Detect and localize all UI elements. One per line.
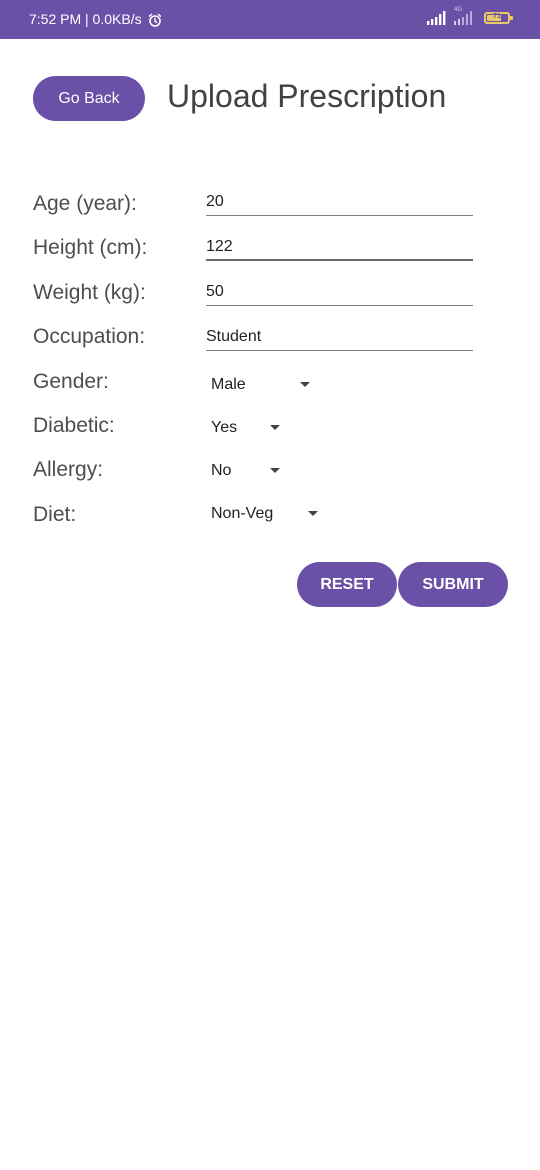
diet-selected: Non-Veg bbox=[211, 505, 274, 522]
age-field[interactable] bbox=[206, 189, 473, 216]
battery-icon: 71 bbox=[484, 12, 513, 24]
weight-label: Weight (kg): bbox=[33, 281, 146, 304]
reset-button[interactable]: RESET bbox=[297, 562, 397, 607]
diet-dropdown[interactable]: Non-Veg bbox=[211, 501, 321, 527]
allergy-label: Allergy: bbox=[33, 458, 104, 481]
page-title: Upload Prescription bbox=[167, 78, 447, 114]
allergy-selected: No bbox=[211, 462, 232, 479]
diet-label: Diet: bbox=[33, 503, 77, 526]
status-time-speed: 7:52 PM | 0.0KB/s bbox=[29, 11, 142, 27]
caret-down-icon bbox=[270, 468, 280, 473]
caret-down-icon bbox=[270, 425, 280, 430]
caret-down-icon bbox=[308, 511, 318, 516]
alarm-icon bbox=[148, 13, 162, 27]
caret-down-icon bbox=[300, 382, 310, 387]
diabetic-dropdown[interactable]: Yes bbox=[211, 415, 281, 441]
height-label: Height (cm): bbox=[33, 236, 148, 259]
battery-tip bbox=[510, 16, 513, 20]
submit-button[interactable]: SUBMIT bbox=[398, 562, 508, 607]
weight-field[interactable] bbox=[206, 279, 473, 306]
go-back-button[interactable]: Go Back bbox=[33, 76, 145, 121]
diabetic-label: Diabetic: bbox=[33, 414, 115, 437]
diabetic-selected: Yes bbox=[211, 419, 238, 436]
status-left: 7:52 PM | 0.0KB/s bbox=[29, 10, 162, 29]
occupation-field[interactable] bbox=[206, 324, 473, 351]
status-bar: 7:52 PM | 0.0KB/s 4G 71 bbox=[0, 0, 540, 39]
status-right: 4G 71 bbox=[426, 7, 513, 27]
height-field[interactable] bbox=[206, 234, 473, 261]
age-label: Age (year): bbox=[33, 192, 137, 215]
allergy-dropdown[interactable]: No bbox=[211, 458, 281, 484]
gender-selected: Male bbox=[211, 376, 246, 393]
battery-level: 71 bbox=[493, 13, 501, 20]
gender-dropdown[interactable]: Male bbox=[211, 372, 311, 398]
gender-label: Gender: bbox=[33, 370, 109, 393]
occupation-label: Occupation: bbox=[33, 325, 146, 348]
signal-secondary-icon: 4G bbox=[452, 7, 478, 27]
signal-icon bbox=[426, 10, 446, 26]
